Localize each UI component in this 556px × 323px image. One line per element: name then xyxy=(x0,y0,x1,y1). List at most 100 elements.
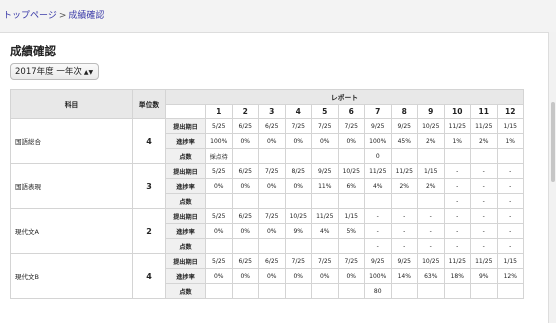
score-cell xyxy=(311,238,339,254)
progress-cell: - xyxy=(390,223,418,239)
updown-arrows-icon: ▲▼ xyxy=(83,69,94,76)
progress-cell: - xyxy=(496,178,524,194)
due-cell: - xyxy=(443,163,471,179)
due-cell: 9/25 xyxy=(311,163,339,179)
due-cell: 1/15 xyxy=(496,118,524,134)
progress-cell: 12% xyxy=(496,268,524,284)
progress-cell: 0% xyxy=(284,178,312,194)
progress-cell: 2% xyxy=(390,178,418,194)
due-cell: 5/25 xyxy=(205,118,233,134)
subject-name: 現代文B xyxy=(10,253,133,299)
score-cell: - xyxy=(496,238,524,254)
scrollbar[interactable] xyxy=(550,32,556,312)
progress-cell: 0% xyxy=(337,268,365,284)
progress-cell: 4% xyxy=(311,223,339,239)
table-row: 現代文B 4 提出期日 5/25 6/25 6/25 7/25 7/25 7/25 9/25 9/2… xyxy=(10,253,524,299)
due-cell: 7/25 xyxy=(258,163,286,179)
score-cell xyxy=(205,193,233,209)
score-cell xyxy=(443,148,471,164)
header-report-label-spacer xyxy=(165,104,206,119)
progress-cell: - xyxy=(496,223,524,239)
subject-units: 2 xyxy=(132,208,166,254)
report-number-header: 3 xyxy=(258,104,286,119)
due-cell: - xyxy=(443,208,471,224)
progress-cell: 0% xyxy=(258,133,286,149)
score-cell: - xyxy=(496,193,524,209)
due-cell: 11/25 xyxy=(470,118,498,134)
progress-cell: 45% xyxy=(390,133,418,149)
due-cell: 6/25 xyxy=(231,163,259,179)
due-cell: 5/25 xyxy=(205,208,233,224)
progress-cell: 6% xyxy=(337,178,365,194)
breadcrumb-current[interactable]: 成績確認 xyxy=(68,11,104,21)
progress-cell: 0% xyxy=(205,178,233,194)
report-number-header: 1 xyxy=(205,104,233,119)
progress-cell: 1% xyxy=(496,133,524,149)
subject-units: 3 xyxy=(132,163,166,209)
progress-cell: 2% xyxy=(470,133,498,149)
breadcrumb: トップページ > 成績確認 xyxy=(0,0,556,32)
due-cell: 6/25 xyxy=(258,253,286,269)
breadcrumb-home-link[interactable]: トップページ xyxy=(3,11,57,21)
due-cell: 11/25 xyxy=(364,163,392,179)
due-cell: - xyxy=(470,163,498,179)
score-cell xyxy=(258,148,286,164)
report-number-header: 5 xyxy=(311,104,339,119)
score-cell xyxy=(231,193,259,209)
score-cell xyxy=(364,193,392,209)
report-number-header: 9 xyxy=(417,104,445,119)
due-cell: 11/25 xyxy=(470,253,498,269)
progress-cell: 1% xyxy=(443,133,471,149)
due-cell: - xyxy=(390,208,418,224)
year-select-value: 2017年度 一年次 xyxy=(15,67,82,77)
row-label-score: 点数 xyxy=(165,193,206,209)
due-cell: 9/25 xyxy=(390,118,418,134)
report-number-header: 12 xyxy=(496,104,524,119)
due-cell: 11/25 xyxy=(311,208,339,224)
due-cell: 7/25 xyxy=(258,208,286,224)
score-cell xyxy=(231,283,259,299)
score-cell xyxy=(496,148,524,164)
due-cell: 6/25 xyxy=(258,118,286,134)
progress-cell: 0% xyxy=(311,268,339,284)
progress-cell: 2% xyxy=(417,133,445,149)
year-select[interactable]: 2017年度 一年次 ▲▼ xyxy=(10,63,100,80)
scrollbar-thumb[interactable] xyxy=(551,102,555,182)
score-cell xyxy=(496,283,524,299)
subject-units: 4 xyxy=(132,253,166,299)
due-cell: 5/25 xyxy=(205,253,233,269)
due-cell: 1/15 xyxy=(417,163,445,179)
score-cell xyxy=(311,193,339,209)
score-cell xyxy=(470,148,498,164)
report-number-header: 6 xyxy=(337,104,365,119)
due-cell: 11/25 xyxy=(443,118,471,134)
score-cell xyxy=(311,283,339,299)
score-cell xyxy=(390,193,418,209)
score-cell: 0 xyxy=(364,148,392,164)
score-cell: - xyxy=(390,238,418,254)
due-cell: 9/25 xyxy=(364,253,392,269)
due-cell: 7/25 xyxy=(284,253,312,269)
progress-cell: - xyxy=(443,223,471,239)
progress-cell: 0% xyxy=(258,223,286,239)
score-cell xyxy=(417,283,445,299)
progress-cell: 9% xyxy=(284,223,312,239)
progress-cell: 0% xyxy=(284,133,312,149)
row-label-due: 提出期日 xyxy=(165,163,206,179)
grades-table: 科目 単位数 レポート 1 2 3 4 5 6 7 8 9 10 11 12 国語総合 4 提出期日 5/2… xyxy=(10,89,524,299)
table-row: 国語総合 4 提出期日 5/25 6/25 6/25 7/25 7/25 7/25 9/25 9/2… xyxy=(10,118,524,164)
due-cell: 10/25 xyxy=(417,118,445,134)
subject-name: 国語総合 xyxy=(10,118,133,164)
progress-cell: 0% xyxy=(337,133,365,149)
progress-cell: - xyxy=(470,178,498,194)
progress-cell: - xyxy=(443,178,471,194)
progress-cell: 0% xyxy=(231,268,259,284)
score-cell xyxy=(337,238,365,254)
due-cell: 1/15 xyxy=(337,208,365,224)
progress-cell: 0% xyxy=(231,133,259,149)
score-cell: 80 xyxy=(364,283,392,299)
progress-cell: 14% xyxy=(390,268,418,284)
score-cell: - xyxy=(364,238,392,254)
row-label-progress: 進捗率 xyxy=(165,223,206,239)
score-cell xyxy=(311,148,339,164)
